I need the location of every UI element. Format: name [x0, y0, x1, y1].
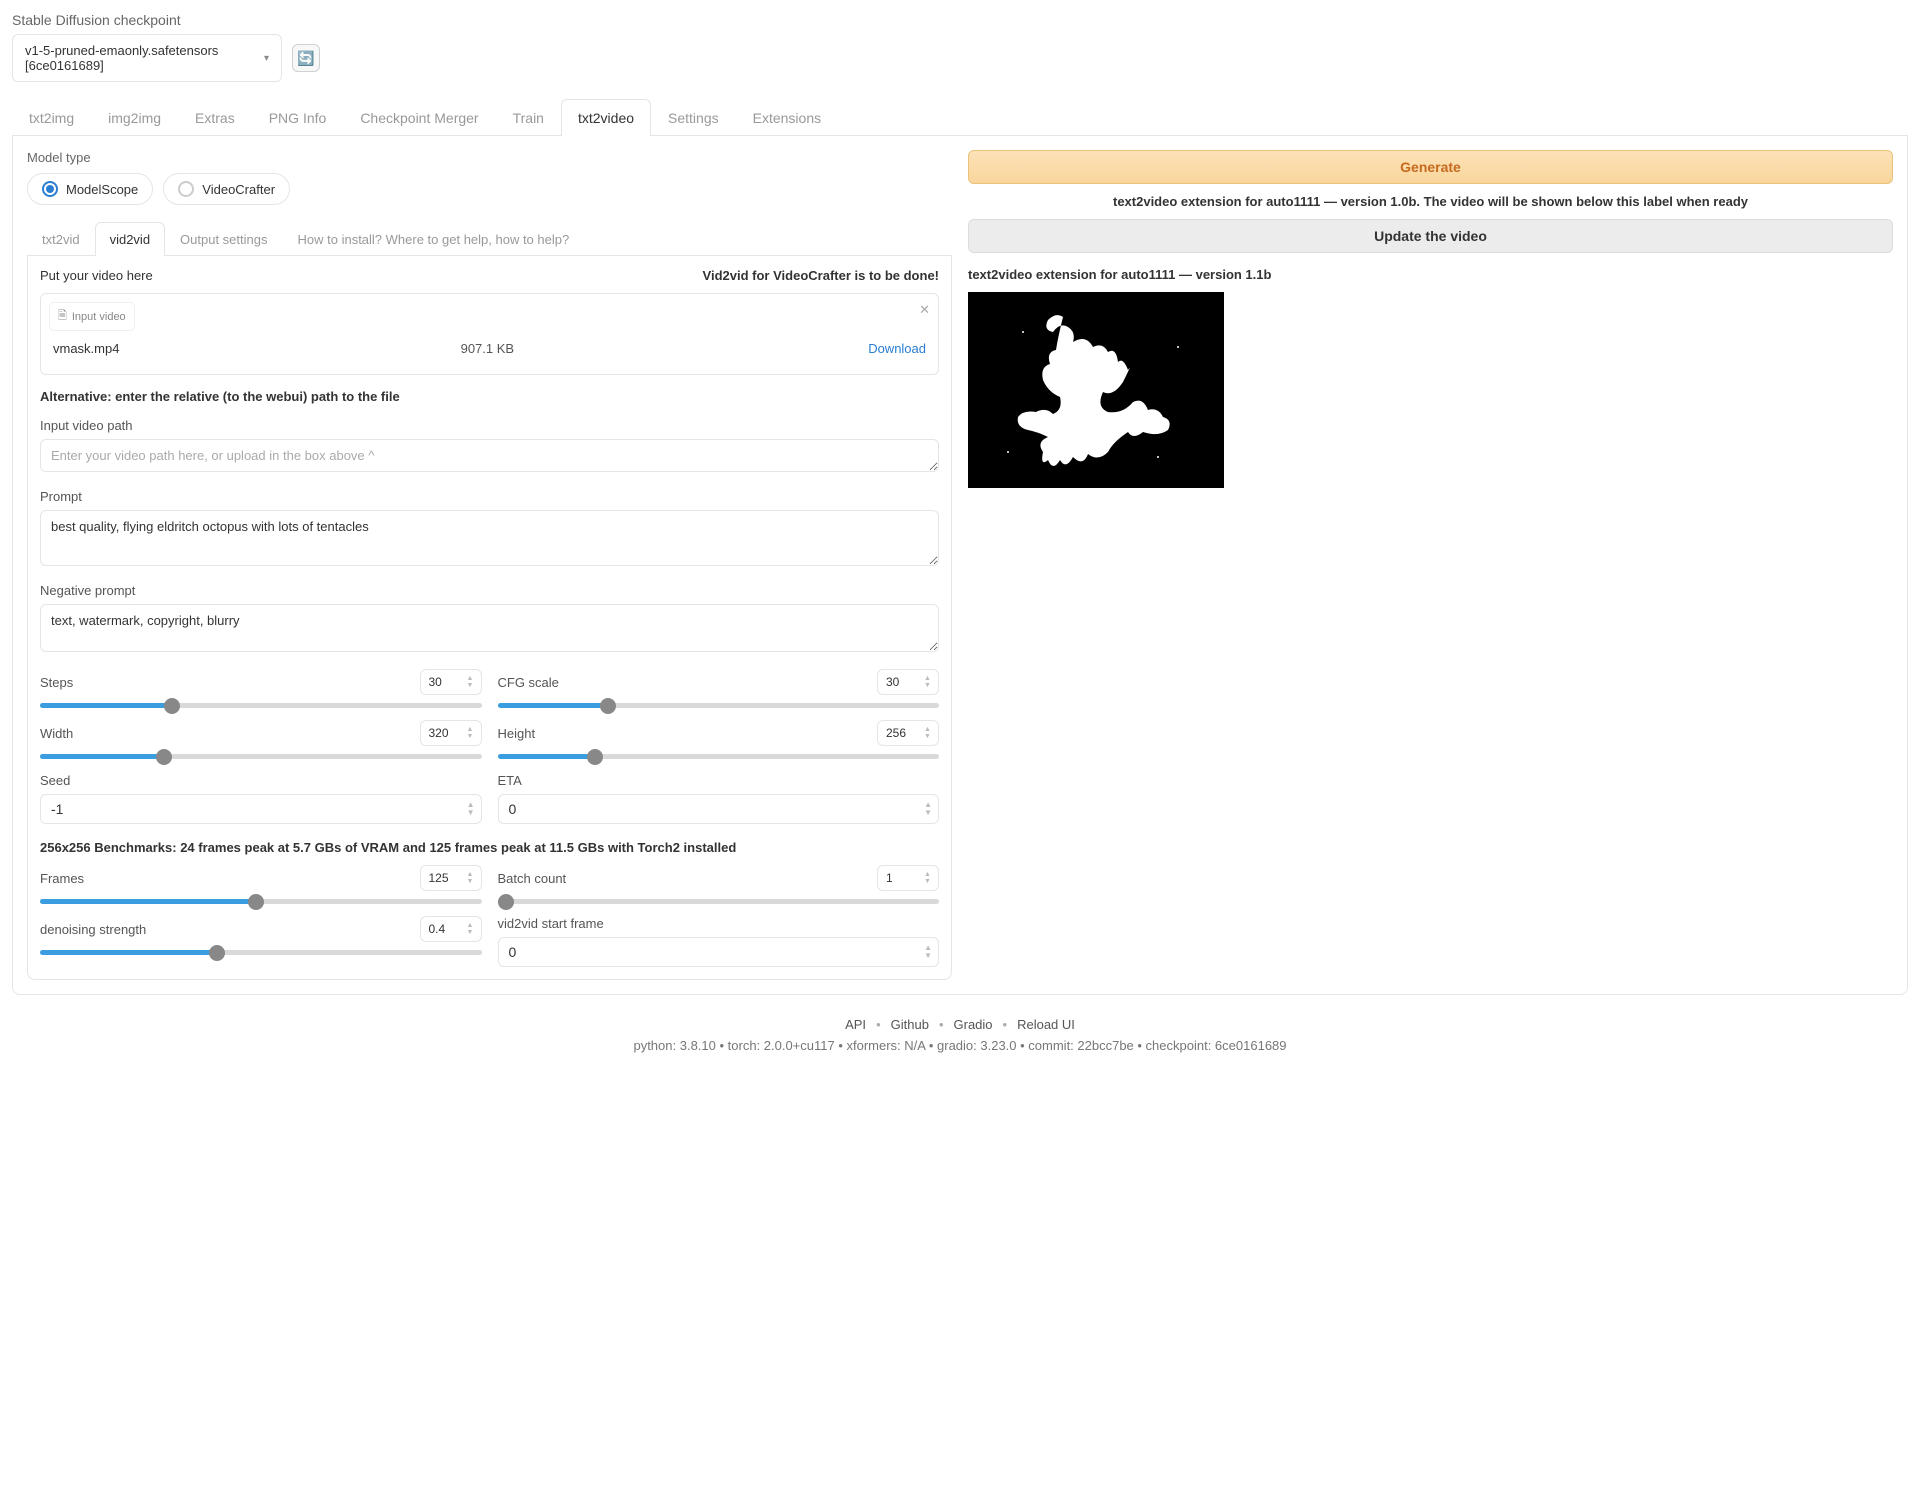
- cfg-label: CFG scale: [498, 675, 559, 690]
- frames-slider[interactable]: Frames 125▲▼: [40, 865, 482, 904]
- download-link[interactable]: Download: [868, 341, 926, 356]
- checkpoint-value: v1-5-pruned-emaonly.safetensors [6ce0161…: [25, 43, 264, 73]
- spinner-icon[interactable]: ▲▼: [467, 723, 477, 743]
- tab-txt2video[interactable]: txt2video: [561, 99, 651, 136]
- refresh-button[interactable]: 🔄: [292, 44, 320, 72]
- separator-dot: •: [876, 1017, 881, 1032]
- radio-videocrafter[interactable]: VideoCrafter: [163, 173, 290, 205]
- prompt-input[interactable]: [40, 510, 939, 566]
- width-slider[interactable]: Width 320▲▼: [40, 720, 482, 759]
- footer-links: API • Github • Gradio • Reload UI: [12, 1017, 1908, 1032]
- cfg-slider[interactable]: CFG scale 30▲▼: [498, 669, 940, 708]
- denoise-number[interactable]: 0.4▲▼: [420, 916, 482, 942]
- video-path-input[interactable]: [40, 439, 939, 472]
- spinner-icon[interactable]: ▲▼: [924, 944, 932, 960]
- denoise-label: denoising strength: [40, 922, 146, 937]
- radio-label: VideoCrafter: [202, 182, 275, 197]
- spinner-icon[interactable]: ▲▼: [924, 868, 934, 888]
- model-type-label: Model type: [27, 150, 952, 165]
- refresh-icon: 🔄: [297, 50, 314, 67]
- footer-link-github[interactable]: Github: [891, 1017, 929, 1032]
- seed-label: Seed: [40, 773, 482, 788]
- tab-checkpoint-merger[interactable]: Checkpoint Merger: [343, 99, 495, 136]
- generate-button[interactable]: Generate: [968, 150, 1893, 184]
- spinner-icon[interactable]: ▲▼: [467, 672, 477, 692]
- radio-modelscope[interactable]: ModelScope: [27, 173, 153, 205]
- height-label: Height: [498, 726, 536, 741]
- radio-dot-icon: [42, 181, 58, 197]
- frames-label: Frames: [40, 871, 84, 886]
- spinner-icon[interactable]: ▲▼: [924, 672, 934, 692]
- footer-link-api[interactable]: API: [845, 1017, 866, 1032]
- batch-label: Batch count: [498, 871, 567, 886]
- main-tabs: txt2imgimg2imgExtrasPNG InfoCheckpoint M…: [12, 98, 1908, 136]
- steps-label: Steps: [40, 675, 73, 690]
- batch-number[interactable]: 1▲▼: [877, 865, 939, 891]
- height-slider[interactable]: Height 256▲▼: [498, 720, 940, 759]
- model-type-radios: ModelScope VideoCrafter: [27, 173, 952, 205]
- footer-meta: python: 3.8.10 • torch: 2.0.0+cu117 • xf…: [633, 1038, 1286, 1053]
- file-badge: 🗎 Input video: [49, 302, 135, 331]
- file-badge-label: Input video: [72, 311, 126, 323]
- tab-extensions[interactable]: Extensions: [736, 99, 838, 136]
- steps-number[interactable]: 30▲▼: [420, 669, 482, 695]
- close-icon[interactable]: ✕: [919, 302, 930, 318]
- sub-tabs: txt2vidvid2vidOutput settingsHow to inst…: [27, 221, 952, 256]
- footer-link-reload-ui[interactable]: Reload UI: [1017, 1017, 1075, 1032]
- radio-dot-icon: [178, 181, 194, 197]
- spinner-icon[interactable]: ▲▼: [467, 801, 475, 817]
- video-preview[interactable]: [968, 292, 1224, 488]
- radio-label: ModelScope: [66, 182, 138, 197]
- eta-label: ETA: [498, 773, 940, 788]
- neg-prompt-input[interactable]: [40, 604, 939, 652]
- chevron-down-icon: ▾: [264, 53, 269, 64]
- subtab-output-settings[interactable]: Output settings: [165, 222, 282, 256]
- vid2vid-note: Vid2vid for VideoCrafter is to be done!: [703, 268, 939, 283]
- subtab-txt2vid[interactable]: txt2vid: [27, 222, 95, 256]
- footer: API • Github • Gradio • Reload UI python: 3.8.…: [12, 1017, 1908, 1053]
- spinner-icon[interactable]: ▲▼: [924, 801, 932, 817]
- video-path-label: Input video path: [40, 418, 939, 433]
- file-icon: 🗎: [58, 307, 67, 326]
- checkpoint-dropdown[interactable]: v1-5-pruned-emaonly.safetensors [6ce0161…: [12, 34, 282, 82]
- prompt-label: Prompt: [40, 489, 939, 504]
- seed-input[interactable]: -1▲▼: [40, 794, 482, 824]
- width-label: Width: [40, 726, 73, 741]
- tab-txt2img[interactable]: txt2img: [12, 99, 91, 136]
- benchmark-note: 256x256 Benchmarks: 24 frames peak at 5.…: [40, 840, 939, 855]
- subtab-how-to-install-where[interactable]: How to install? Where to get help, how t…: [283, 222, 585, 256]
- file-name: vmask.mp4: [53, 341, 461, 356]
- spinner-icon[interactable]: ▲▼: [467, 868, 477, 888]
- start-frame-label: vid2vid start frame: [498, 916, 940, 931]
- cfg-number[interactable]: 30▲▼: [877, 669, 939, 695]
- upload-prompt: Put your video here: [40, 268, 153, 283]
- denoise-slider[interactable]: denoising strength 0.4▲▼: [40, 916, 482, 967]
- batch-slider[interactable]: Batch count 1▲▼: [498, 865, 940, 904]
- height-number[interactable]: 256▲▼: [877, 720, 939, 746]
- neg-prompt-label: Negative prompt: [40, 583, 939, 598]
- tab-extras[interactable]: Extras: [178, 99, 252, 136]
- update-video-button[interactable]: Update the video: [968, 219, 1893, 253]
- separator-dot: •: [1003, 1017, 1008, 1032]
- checkpoint-label: Stable Diffusion checkpoint: [12, 12, 1908, 28]
- tab-settings[interactable]: Settings: [651, 99, 736, 136]
- steps-slider[interactable]: Steps 30▲▼: [40, 669, 482, 708]
- footer-link-gradio[interactable]: Gradio: [954, 1017, 993, 1032]
- tab-train[interactable]: Train: [496, 99, 561, 136]
- spinner-icon[interactable]: ▲▼: [924, 723, 934, 743]
- alt-path-note: Alternative: enter the relative (to the …: [40, 389, 939, 404]
- eta-input[interactable]: 0▲▼: [498, 794, 940, 824]
- input-video-filebox[interactable]: 🗎 Input video ✕ vmask.mp4 907.1 KB Downl…: [40, 293, 939, 375]
- start-frame-input[interactable]: 0▲▼: [498, 937, 940, 967]
- width-number[interactable]: 320▲▼: [420, 720, 482, 746]
- frames-number[interactable]: 125▲▼: [420, 865, 482, 891]
- extension-version: text2video extension for auto1111 — vers…: [968, 267, 1893, 282]
- tab-img2img[interactable]: img2img: [91, 99, 178, 136]
- tab-png-info[interactable]: PNG Info: [252, 99, 344, 136]
- subtab-vid2vid[interactable]: vid2vid: [95, 222, 165, 256]
- file-size: 907.1 KB: [461, 341, 869, 356]
- spinner-icon[interactable]: ▲▼: [467, 919, 477, 939]
- extension-info: text2video extension for auto1111 — vers…: [968, 194, 1893, 209]
- separator-dot: •: [939, 1017, 944, 1032]
